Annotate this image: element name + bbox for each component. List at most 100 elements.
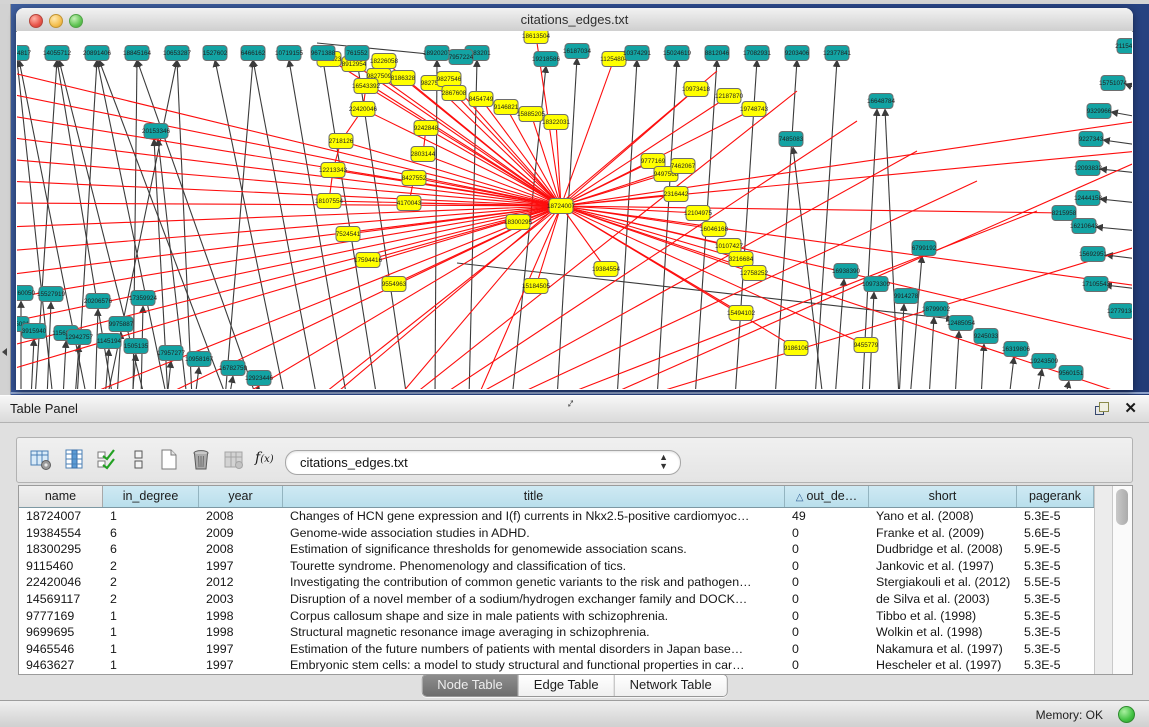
cell-short[interactable]: Dudbridge et al. (2008) [869, 541, 1017, 558]
cell-name[interactable]: 14569117 [19, 591, 103, 608]
cell-in_degree[interactable]: 1 [103, 657, 199, 674]
graph-node[interactable]: 8186328 [391, 71, 416, 86]
close-panel-icon[interactable]: ✕ [1124, 399, 1137, 417]
graph-node[interactable]: 20206576 [84, 294, 113, 309]
function-builder-icon[interactable]: f(x) [255, 450, 279, 474]
graph-node[interactable]: 2316442 [664, 187, 689, 202]
graph-node[interactable]: 14055712 [43, 46, 72, 61]
graph-node[interactable]: 19218586 [532, 52, 561, 67]
new-table-icon[interactable] [157, 448, 181, 472]
graph-node[interactable]: 18107554 [315, 194, 344, 209]
graph-node[interactable]: 10719155 [275, 46, 304, 61]
tab-node-table[interactable]: Node Table [422, 675, 519, 696]
cell-title[interactable]: Structural magnetic resonance image aver… [283, 624, 785, 641]
graph-node[interactable]: 12213343 [319, 163, 348, 178]
graph-node[interactable]: 19243509 [1030, 354, 1059, 369]
graph-node[interactable]: 18799002 [922, 302, 951, 317]
cell-short[interactable]: de Silva et al. (2003) [869, 591, 1017, 608]
graph-node[interactable]: 12923446 [245, 371, 274, 386]
table-row[interactable]: 1938455462009Genome-wide association stu… [19, 525, 1094, 542]
graph-node[interactable]: 9146821 [494, 100, 519, 115]
graph-node[interactable]: 9245033 [974, 329, 999, 344]
table-row[interactable]: 1872400712008Changes of HCN gene express… [19, 508, 1094, 525]
graph-node[interactable]: 18322031 [542, 115, 571, 130]
graph-node[interactable]: 3216684 [729, 252, 754, 267]
graph-node[interactable]: 3915940 [22, 324, 47, 339]
network-window-titlebar[interactable]: citations_edges.txt [16, 8, 1133, 32]
graph-node[interactable]: 9203406 [785, 46, 810, 61]
graph-node[interactable]: 1505135 [124, 339, 149, 354]
cell-short[interactable]: Stergiakouli et al. (2012) [869, 574, 1017, 591]
float-panel-icon[interactable] [1095, 402, 1109, 416]
cell-short[interactable]: Franke et al. (2009) [869, 525, 1017, 542]
cell-year[interactable]: 1998 [199, 624, 283, 641]
cell-year[interactable]: 2012 [199, 574, 283, 591]
cell-pagerank[interactable]: 5.3E-5 [1017, 624, 1094, 641]
hub-node[interactable]: 18724007 [547, 199, 576, 214]
graph-node[interactable]: 2867608 [442, 86, 467, 101]
graph-node[interactable]: 9554963 [382, 277, 407, 292]
graph-node[interactable]: 761552 [345, 46, 369, 61]
graph-node[interactable]: 7485083 [779, 132, 804, 147]
cell-title[interactable]: Changes of HCN gene expression and I(f) … [283, 508, 785, 525]
scrollbar-thumb[interactable] [1116, 489, 1128, 525]
graph-node[interactable]: 16782759 [219, 361, 248, 376]
graph-node[interactable]: 8215958 [1052, 206, 1077, 221]
cell-year[interactable]: 1997 [199, 657, 283, 674]
table-row[interactable]: 911546021997Tourette syndrome. Phenomeno… [19, 558, 1094, 575]
graph-node[interactable]: 1145194 [97, 334, 122, 349]
graph-node[interactable]: 7462067 [671, 159, 696, 174]
graph-node[interactable]: 19748743 [740, 102, 769, 117]
graph-node[interactable]: 20153346 [142, 124, 171, 139]
graph-node[interactable]: 16543392 [352, 79, 381, 94]
graph-node[interactable]: 12779134 [1107, 304, 1132, 319]
graph-node[interactable]: 2803144 [411, 147, 436, 162]
column-header-short[interactable]: short [869, 486, 1017, 507]
graph-node[interactable]: 8427552 [402, 171, 427, 186]
graph-node[interactable]: 17594416 [354, 253, 383, 268]
cell-name[interactable]: 9463627 [19, 657, 103, 674]
cell-year[interactable]: 1997 [199, 641, 283, 658]
graph-node[interactable]: 19384554 [592, 262, 621, 277]
cell-out_de[interactable]: 0 [785, 591, 869, 608]
graph-node[interactable]: 9975887 [109, 317, 134, 332]
column-header-out_de[interactable]: △out_de… [785, 486, 869, 507]
cell-out_de[interactable]: 0 [785, 641, 869, 658]
cell-in_degree[interactable]: 2 [103, 558, 199, 575]
graph-node[interactable]: 16648784 [867, 94, 896, 109]
cell-in_degree[interactable]: 1 [103, 508, 199, 525]
graph-node[interactable]: 12093832 [1074, 161, 1103, 176]
cell-pagerank[interactable]: 5.3E-5 [1017, 591, 1094, 608]
graph-node[interactable]: 9227343 [1079, 132, 1104, 147]
cell-year[interactable]: 2008 [199, 541, 283, 558]
cell-in_degree[interactable]: 6 [103, 541, 199, 558]
cell-short[interactable]: Hescheler et al. (1997) [869, 657, 1017, 674]
graph-node[interactable]: 15527919 [37, 287, 66, 302]
graph-node[interactable]: 16210643 [1070, 219, 1099, 234]
cell-name[interactable]: 9465546 [19, 641, 103, 658]
cell-short[interactable]: Nakamura et al. (1997) [869, 641, 1017, 658]
cell-in_degree[interactable]: 2 [103, 591, 199, 608]
cell-pagerank[interactable]: 5.3E-5 [1017, 641, 1094, 658]
table-row[interactable]: 2242004622012Investigating the contribut… [19, 574, 1094, 591]
graph-node[interactable]: 21154016 [1115, 39, 1132, 54]
cell-title[interactable]: Disruption of a novel member of a sodium… [283, 591, 785, 608]
network-canvas[interactable]: 1872400798601238912954182260589827509818… [17, 31, 1132, 389]
graph-node[interactable]: 6799192 [912, 241, 937, 256]
graph-node[interactable]: 17359924 [129, 291, 158, 306]
graph-node[interactable]: 12187870 [715, 89, 744, 104]
graph-node[interactable]: 12444158 [1074, 191, 1103, 206]
cell-title[interactable]: Embryonic stem cells: a model to study s… [283, 657, 785, 674]
cell-in_degree[interactable]: 6 [103, 525, 199, 542]
cell-pagerank[interactable]: 5.3E-5 [1017, 558, 1094, 575]
cell-short[interactable]: Yano et al. (2008) [869, 508, 1017, 525]
graph-node[interactable]: 15494102 [727, 306, 756, 321]
graph-node[interactable]: 4170043 [397, 196, 422, 211]
graph-node[interactable]: 16624817 [17, 46, 31, 61]
graph-node[interactable]: 17082931 [743, 46, 772, 61]
graph-node[interactable]: 10973418 [682, 82, 711, 97]
graph-node[interactable]: 17105543 [1082, 277, 1111, 292]
table-row[interactable]: 946362711997Embryonic stem cells: a mode… [19, 657, 1094, 674]
cell-name[interactable]: 9699695 [19, 624, 103, 641]
graph-node[interactable]: 7524541 [336, 227, 361, 242]
